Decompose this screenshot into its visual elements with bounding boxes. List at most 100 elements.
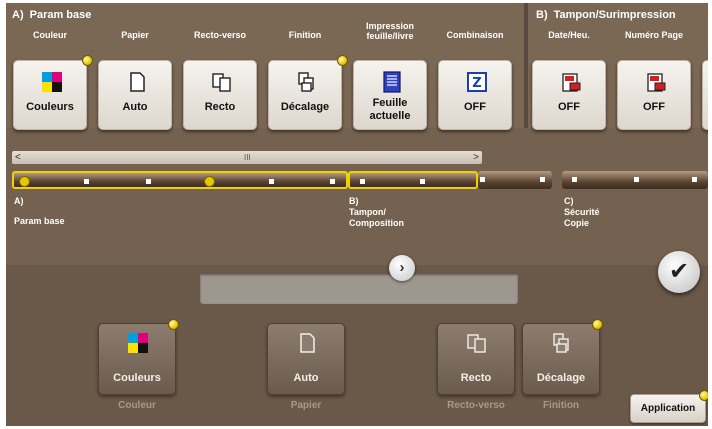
- scroll-right-arrow-icon[interactable]: >: [473, 151, 479, 164]
- track-b-marker: [480, 177, 485, 182]
- couleur-button[interactable]: Couleurs: [13, 60, 87, 130]
- label-papier: Papier: [121, 30, 149, 40]
- finition-value: Décalage: [280, 101, 330, 113]
- color-cmyk-icon: [42, 72, 62, 92]
- sheet-print-icon: [383, 71, 401, 93]
- label-impression-line1: Impression: [365, 21, 414, 31]
- group-a-label[interactable]: A) Param base: [14, 196, 65, 227]
- section-a-title: A) Param base: [12, 9, 91, 21]
- track-b-marker: [540, 177, 545, 182]
- track-a-position-1: [19, 176, 30, 187]
- color-cmyk-icon: [128, 333, 148, 353]
- track-c-marker: [572, 177, 577, 182]
- application-led: [699, 390, 708, 401]
- quick-recto-button[interactable]: Recto: [437, 323, 515, 395]
- label-numero-page: Numéro Page: [624, 30, 684, 40]
- copy-settings-screen: A) Param base B) Tampon/Surimpression Coul…: [6, 3, 708, 426]
- next-partial-button[interactable]: [702, 60, 708, 130]
- quick-papier-button[interactable]: Auto: [267, 323, 345, 395]
- settings-panel: A) Param base B) Tampon/Surimpression Coul…: [6, 3, 708, 265]
- papier-button[interactable]: Auto: [98, 60, 172, 130]
- track-c-marker: [634, 177, 639, 182]
- paper-icon: [300, 333, 315, 353]
- numero-page-button[interactable]: OFF: [617, 60, 691, 130]
- numero-page-value: OFF: [643, 101, 665, 113]
- group-b-name-line2: Composition: [349, 218, 404, 228]
- track-b-marker: [420, 179, 425, 184]
- group-c-letter: C): [564, 196, 574, 206]
- group-a-name: Param base: [14, 216, 65, 226]
- combinaison-value: OFF: [464, 101, 486, 113]
- confirm-check-icon[interactable]: ✔: [658, 251, 700, 293]
- section-b-name: Tampon/Surimpression: [553, 9, 676, 21]
- impression-value-line1: Feuille: [372, 97, 408, 109]
- finishing-icon: [553, 333, 569, 353]
- track-a-marker: [84, 179, 89, 184]
- group-a-letter: A): [14, 196, 24, 206]
- recto-verso-button[interactable]: Recto: [183, 60, 257, 130]
- impression-value: Feuille actuelle: [354, 97, 426, 123]
- duplex-icon: [212, 73, 231, 92]
- date-heure-button[interactable]: OFF: [532, 60, 606, 130]
- track-a-position-2: [204, 176, 215, 187]
- couleur-indicator-led: [82, 55, 93, 66]
- label-couleur: Couleur: [32, 30, 67, 40]
- section-b-title: B) Tampon/Surimpression: [536, 9, 676, 21]
- quick-couleur-button[interactable]: Couleurs: [98, 323, 176, 395]
- scroll-left-arrow-icon[interactable]: <: [15, 151, 21, 164]
- application-button[interactable]: Application: [630, 394, 706, 423]
- quick-papier-value: Auto: [293, 372, 319, 384]
- track-b-marker: [360, 179, 365, 184]
- label-date-heure: Date/Heu.: [548, 30, 590, 40]
- quick-finition-label: Finition: [542, 400, 580, 411]
- track-a-marker: [330, 179, 335, 184]
- combinaison-button[interactable]: Z OFF: [438, 60, 512, 130]
- group-b-letter: B): [349, 196, 359, 206]
- couleur-value: Couleurs: [26, 101, 74, 113]
- group-c-name-line1: Sécurité: [564, 207, 600, 217]
- pull-down-handle[interactable]: [200, 274, 518, 304]
- quick-recto-label: Recto-verso: [447, 400, 505, 411]
- group-c-name-line2: Copie: [564, 218, 590, 228]
- label-recto-verso: Recto-verso: [193, 30, 247, 40]
- track-c-marker: [692, 177, 697, 182]
- track-a-marker: [146, 179, 151, 184]
- group-b-track[interactable]: [478, 171, 552, 189]
- group-c-track[interactable]: [562, 171, 708, 189]
- quick-finition-led: [592, 319, 603, 330]
- quick-couleur-label: Couleur: [118, 400, 156, 411]
- horizontal-scrollbar[interactable]: < III >: [12, 151, 482, 164]
- quick-finition-button[interactable]: Décalage: [522, 323, 600, 395]
- group-b-name-line1: Tampon/: [349, 207, 386, 217]
- quick-finition-value: Décalage: [536, 372, 586, 384]
- finishing-icon: [298, 72, 314, 92]
- quick-papier-label: Papier: [290, 400, 322, 411]
- impression-value-line2: actuelle: [369, 110, 411, 122]
- svg-text:Z: Z: [472, 76, 481, 91]
- date-stamp-icon: [562, 73, 581, 92]
- section-a-letter: A): [12, 9, 24, 21]
- label-impression: Impression feuille/livre: [352, 21, 428, 41]
- combine-icon: Z: [467, 72, 487, 92]
- quick-couleur-led: [168, 319, 179, 330]
- next-arrow-icon[interactable]: ›: [389, 255, 415, 281]
- finition-indicator-led: [337, 55, 348, 66]
- section-b-letter: B): [536, 9, 548, 21]
- duplex-icon: [467, 334, 486, 353]
- label-combinaison: Combinaison: [446, 30, 504, 40]
- track-a-marker: [269, 179, 274, 184]
- label-impression-line2: feuille/livre: [366, 31, 414, 41]
- impression-button[interactable]: Feuille actuelle: [353, 60, 427, 130]
- label-finition: Finition: [288, 30, 322, 40]
- scroll-grip-icon[interactable]: III: [244, 151, 251, 164]
- date-heure-value: OFF: [558, 101, 580, 113]
- page-number-icon: [647, 73, 666, 92]
- group-c-label[interactable]: C) Sécurité Copie: [564, 196, 600, 229]
- recto-verso-value: Recto: [204, 101, 236, 113]
- quick-recto-value: Recto: [460, 372, 492, 384]
- group-b-label[interactable]: B) Tampon/ Composition: [349, 196, 404, 229]
- quick-couleur-value: Couleurs: [113, 372, 161, 384]
- group-b-track-highlight[interactable]: [348, 171, 478, 189]
- finition-button[interactable]: Décalage: [268, 60, 342, 130]
- group-a-track[interactable]: [12, 171, 348, 189]
